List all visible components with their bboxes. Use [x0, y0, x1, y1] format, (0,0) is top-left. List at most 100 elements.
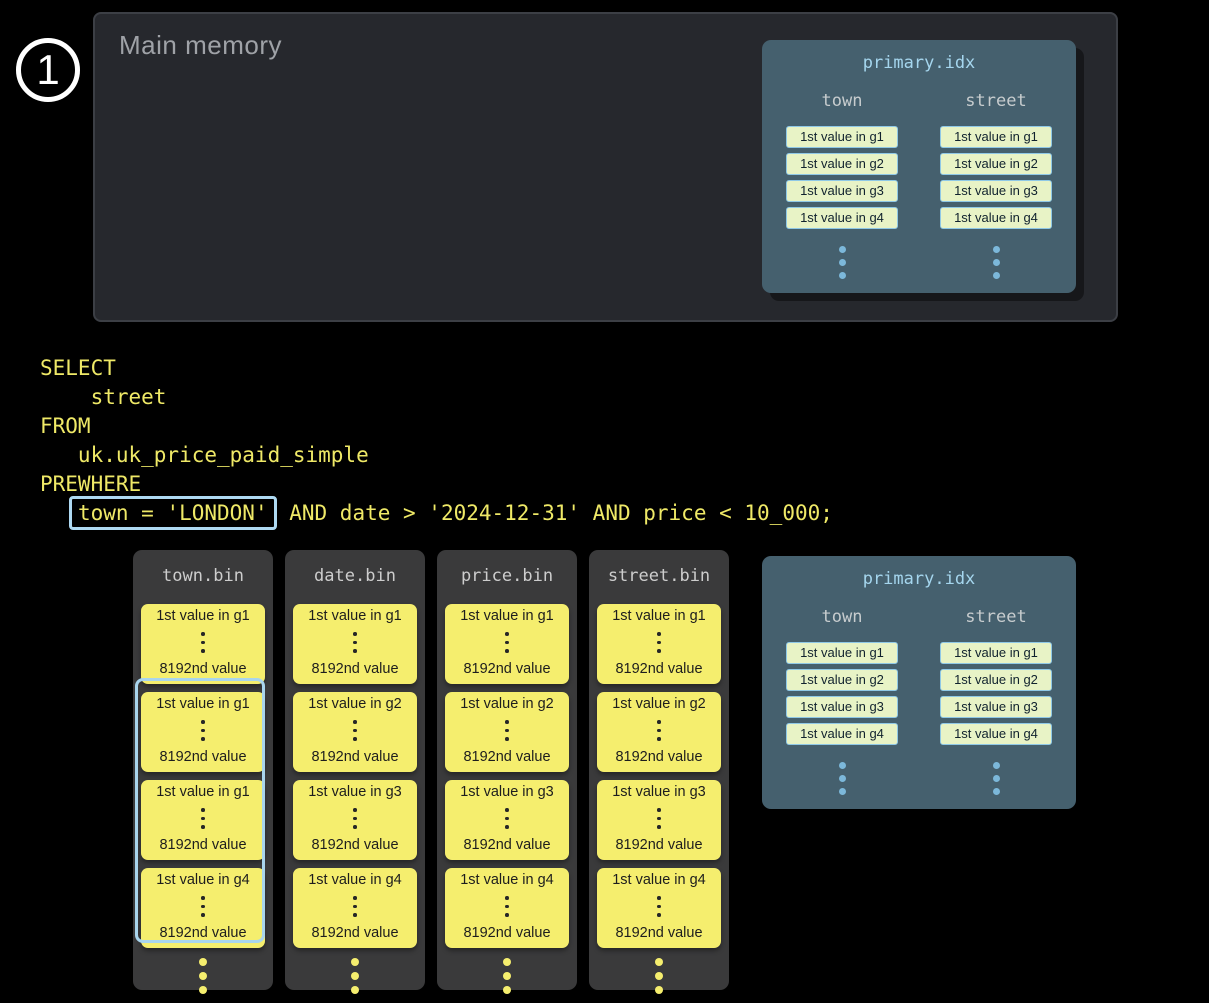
idx-entry: 1st value in g2 — [786, 669, 898, 691]
granule-first-value: 1st value in g4 — [612, 872, 706, 888]
ellipsis-dots-icon — [657, 808, 661, 829]
granule-last-value: 8192nd value — [615, 925, 702, 941]
granule-first-value: 1st value in g1 — [156, 696, 250, 712]
granule-last-value: 8192nd value — [311, 749, 398, 765]
granule-block: 1st value in g1 8192nd value — [141, 604, 265, 684]
granule-first-value: 1st value in g1 — [460, 608, 554, 624]
idx-column-header-street: street — [965, 607, 1026, 627]
ellipsis-dots-icon — [201, 720, 205, 741]
granule-last-value: 8192nd value — [615, 749, 702, 765]
idx-column-town: town 1st value in g1 1st value in g2 1st… — [772, 91, 912, 279]
ellipsis-dots-icon — [505, 632, 509, 653]
granule-first-value: 1st value in g2 — [308, 696, 402, 712]
granule-block: 1st value in g1 8192nd value — [141, 692, 265, 772]
granule-first-value: 1st value in g1 — [156, 784, 250, 800]
idx-entry: 1st value in g4 — [940, 723, 1052, 745]
bin-column-title: street.bin — [589, 550, 729, 595]
sql-line-prewhere-condition: town = 'LONDON' AND date > '2024-12-31' … — [40, 499, 833, 528]
granule-last-value: 8192nd value — [159, 925, 246, 941]
ellipsis-dots-icon — [657, 896, 661, 917]
granule-last-value: 8192nd value — [615, 661, 702, 677]
idx-entry: 1st value in g3 — [940, 696, 1052, 718]
ellipsis-dots-icon — [993, 246, 1000, 279]
granule-block: 1st value in g2 8192nd value — [293, 692, 417, 772]
idx-entry: 1st value in g2 — [940, 669, 1052, 691]
idx-entry: 1st value in g4 — [940, 207, 1052, 229]
bin-column-date: date.bin 1st value in g1 8192nd value 1s… — [285, 550, 425, 990]
granule-first-value: 1st value in g1 — [612, 608, 706, 624]
granule-first-value: 1st value in g2 — [460, 696, 554, 712]
primary-idx-title: primary.idx — [762, 40, 1076, 73]
idx-entry: 1st value in g2 — [940, 153, 1052, 175]
granule-first-value: 1st value in g4 — [156, 872, 250, 888]
granule-block: 1st value in g1 8192nd value — [445, 604, 569, 684]
bin-column-price: price.bin 1st value in g1 8192nd value 1… — [437, 550, 577, 990]
sql-line-prewhere: PREWHERE — [40, 470, 833, 499]
granule-block: 1st value in g1 8192nd value — [597, 604, 721, 684]
ellipsis-dots-icon — [353, 720, 357, 741]
idx-entry: 1st value in g1 — [786, 126, 898, 148]
granule-last-value: 8192nd value — [615, 837, 702, 853]
idx-columns: town 1st value in g1 1st value in g2 1st… — [762, 91, 1076, 279]
idx-entry: 1st value in g3 — [786, 696, 898, 718]
sql-line-select-column: street — [40, 383, 833, 412]
sql-line-table: uk.uk_price_paid_simple — [40, 441, 833, 470]
step-number: 1 — [36, 49, 59, 91]
granule-last-value: 8192nd value — [311, 661, 398, 677]
granule-block: 1st value in g3 8192nd value — [445, 780, 569, 860]
ellipsis-dots-icon — [505, 896, 509, 917]
idx-column-header-street: street — [965, 91, 1026, 111]
idx-column-street: street 1st value in g1 1st value in g2 1… — [926, 607, 1066, 795]
primary-idx-panel-memory: primary.idx town 1st value in g1 1st val… — [762, 40, 1076, 293]
granule-first-value: 1st value in g1 — [156, 608, 250, 624]
granule-block: 1st value in g4 8192nd value — [445, 868, 569, 948]
granule-first-value: 1st value in g3 — [460, 784, 554, 800]
primary-idx-title: primary.idx — [762, 556, 1076, 589]
bin-column-street: street.bin 1st value in g1 8192nd value … — [589, 550, 729, 990]
bin-column-title: price.bin — [437, 550, 577, 595]
idx-entry: 1st value in g4 — [786, 723, 898, 745]
ellipsis-dots-icon — [353, 896, 357, 917]
idx-entry: 1st value in g1 — [786, 642, 898, 664]
granule-block: 1st value in g4 8192nd value — [293, 868, 417, 948]
granule-block: 1st value in g4 8192nd value — [141, 868, 265, 948]
idx-entry: 1st value in g3 — [940, 180, 1052, 202]
ellipsis-dots-icon — [133, 958, 273, 994]
idx-columns: town 1st value in g1 1st value in g2 1st… — [762, 607, 1076, 795]
granule-block: 1st value in g1 8192nd value — [293, 604, 417, 684]
granule-block: 1st value in g2 8192nd value — [445, 692, 569, 772]
granule-block: 1st value in g1 8192nd value — [141, 780, 265, 860]
granule-last-value: 8192nd value — [463, 749, 550, 765]
ellipsis-dots-icon — [285, 958, 425, 994]
granule-last-value: 8192nd value — [159, 837, 246, 853]
granule-first-value: 1st value in g4 — [460, 872, 554, 888]
bin-column-title: date.bin — [285, 550, 425, 595]
granule-last-value: 8192nd value — [463, 661, 550, 677]
granule-first-value: 1st value in g1 — [308, 608, 402, 624]
sql-line-from: FROM — [40, 412, 833, 441]
idx-entry: 1st value in g1 — [940, 126, 1052, 148]
idx-column-header-town: town — [822, 91, 863, 111]
sql-query: SELECT streetFROM uk.uk_price_paid_simpl… — [40, 354, 833, 528]
granule-last-value: 8192nd value — [463, 837, 550, 853]
idx-entry: 1st value in g3 — [786, 180, 898, 202]
primary-idx-panel-disk: primary.idx town 1st value in g1 1st val… — [762, 556, 1076, 809]
granule-last-value: 8192nd value — [311, 837, 398, 853]
ellipsis-dots-icon — [201, 632, 205, 653]
granule-block: 1st value in g3 8192nd value — [597, 780, 721, 860]
sql-rest-of-condition: AND date > '2024-12-31' AND price < 10_0… — [277, 501, 833, 525]
ellipsis-dots-icon — [589, 958, 729, 994]
granule-first-value: 1st value in g2 — [612, 696, 706, 712]
step-number-badge: 1 — [16, 38, 80, 102]
idx-entry: 1st value in g2 — [786, 153, 898, 175]
diagram-canvas: 1 Main memory primary.idx town 1st value… — [0, 0, 1209, 1003]
sql-line-select: SELECT — [40, 354, 833, 383]
granule-last-value: 8192nd value — [159, 749, 246, 765]
idx-column-town: town 1st value in g1 1st value in g2 1st… — [772, 607, 912, 795]
ellipsis-dots-icon — [839, 246, 846, 279]
bin-column-town: town.bin 1st value in g1 8192nd value 1s… — [133, 550, 273, 990]
main-memory-title: Main memory — [119, 30, 282, 61]
ellipsis-dots-icon — [505, 720, 509, 741]
granule-block: 1st value in g4 8192nd value — [597, 868, 721, 948]
ellipsis-dots-icon — [657, 720, 661, 741]
